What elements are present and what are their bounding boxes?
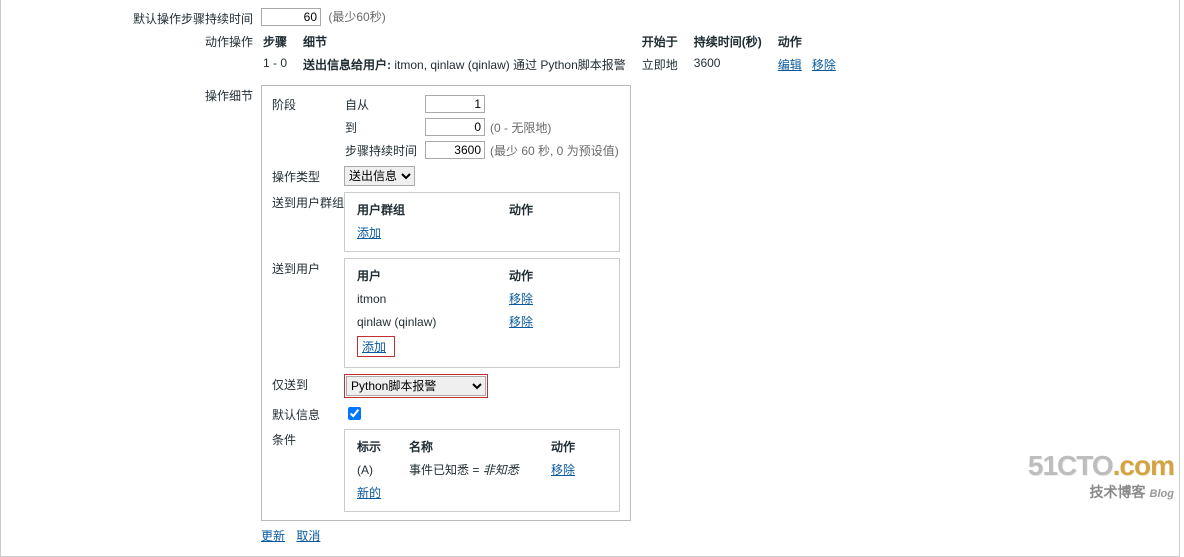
input-to[interactable] bbox=[425, 118, 485, 136]
new-cond-link[interactable]: 新的 bbox=[357, 486, 381, 500]
update-link[interactable]: 更新 bbox=[261, 529, 285, 543]
th-duration: 持续时间(秒) bbox=[692, 31, 776, 54]
row-action-ops: 动作操作 步骤 细节 开始于 持续时间(秒) 动作 1 - 0 送出信息给用户:… bbox=[1, 31, 1179, 75]
label-conditions: 条件 bbox=[272, 429, 344, 448]
th-user: 用户 bbox=[353, 265, 503, 286]
footer-actions: 更新 取消 bbox=[261, 527, 1179, 544]
only-send-highlight: Python脚本报警 bbox=[344, 374, 488, 398]
cell-step: 1 - 0 bbox=[261, 54, 301, 75]
label-default-msg: 默认信息 bbox=[272, 404, 344, 423]
table-row: (A) 事件已知悉 = 非知悉 移除 bbox=[353, 459, 611, 480]
cancel-link[interactable]: 取消 bbox=[296, 529, 320, 543]
hint-default-duration: (最少60秒) bbox=[328, 10, 385, 24]
cell-duration: 3600 bbox=[692, 54, 776, 75]
action-ops-table: 步骤 细节 开始于 持续时间(秒) 动作 1 - 0 送出信息给用户: itmo… bbox=[261, 31, 850, 75]
label-only-send: 仅送到 bbox=[272, 374, 344, 393]
table-row: 1 - 0 送出信息给用户: itmon, qinlaw (qinlaw) 通过… bbox=[261, 54, 850, 75]
th-group: 用户群组 bbox=[353, 199, 503, 220]
th-name: 名称 bbox=[405, 436, 545, 457]
hint-step-duration: (最少 60 秒, 0 为预设值) bbox=[486, 140, 620, 160]
label-from: 自从 bbox=[344, 94, 424, 117]
edit-link[interactable]: 编辑 bbox=[778, 58, 802, 72]
row-op-detail: 操作细节 阶段 自从 到 bbox=[1, 85, 1179, 521]
th-start: 开始于 bbox=[640, 31, 692, 54]
cell-detail: 送出信息给用户: itmon, qinlaw (qinlaw) 通过 Pytho… bbox=[301, 54, 640, 75]
th-action: 动作 bbox=[776, 31, 850, 54]
checkbox-default-msg[interactable] bbox=[348, 407, 361, 420]
input-from[interactable] bbox=[425, 95, 485, 113]
config-form: 默认操作步骤持续时间 (最少60秒) 动作操作 步骤 细节 开始于 持续时间(秒… bbox=[0, 0, 1180, 557]
remove-user-link[interactable]: 移除 bbox=[509, 292, 533, 306]
label-op-detail: 操作细节 bbox=[1, 85, 261, 104]
add-user-link[interactable]: 添加 bbox=[362, 340, 386, 354]
remove-cond-link[interactable]: 移除 bbox=[551, 463, 575, 477]
table-row: qinlaw (qinlaw) 移除 bbox=[353, 311, 611, 332]
panel-send-groups: 用户群组 动作 添加 bbox=[344, 192, 620, 252]
input-default-duration[interactable] bbox=[261, 8, 321, 26]
cell-actions: 编辑 移除 bbox=[776, 54, 850, 75]
remove-user-link[interactable]: 移除 bbox=[509, 315, 533, 329]
th-group-action: 动作 bbox=[505, 199, 611, 220]
input-step-duration[interactable] bbox=[425, 141, 485, 159]
cell-user-name: qinlaw (qinlaw) bbox=[353, 311, 503, 332]
cell-cond-name: 事件已知悉 = 非知悉 bbox=[405, 459, 545, 480]
table-row: itmon 移除 bbox=[353, 288, 611, 309]
label-step-duration: 步骤持续时间 bbox=[344, 140, 424, 160]
label-action-ops: 动作操作 bbox=[1, 31, 261, 50]
label-op-type: 操作类型 bbox=[272, 166, 344, 185]
label-to: 到 bbox=[344, 117, 424, 140]
cell-user-name: itmon bbox=[353, 288, 503, 309]
th-detail: 细节 bbox=[301, 31, 640, 54]
panel-send-users: 用户 动作 itmon 移除 qinlaw (qinlaw) 移除 bbox=[344, 258, 620, 368]
th-tag: 标示 bbox=[353, 436, 403, 457]
select-op-type[interactable]: 送出信息 bbox=[344, 166, 415, 186]
label-send-users: 送到用户 bbox=[272, 258, 344, 277]
add-user-highlight: 添加 bbox=[357, 336, 395, 357]
add-group-link[interactable]: 添加 bbox=[357, 226, 381, 240]
label-send-groups: 送到用户群组 bbox=[272, 192, 344, 211]
watermark: 51CTO.com 技术博客Blog bbox=[1028, 450, 1174, 502]
th-step: 步骤 bbox=[261, 31, 301, 54]
cell-tag: (A) bbox=[353, 459, 403, 480]
cell-start: 立即地 bbox=[640, 54, 692, 75]
th-user-action: 动作 bbox=[505, 265, 611, 286]
hint-to: (0 - 无限地) bbox=[486, 117, 620, 140]
op-detail-box: 阶段 自从 到 (0 - 无限地) bbox=[261, 85, 631, 521]
row-default-duration: 默认操作步骤持续时间 (最少60秒) bbox=[1, 8, 1179, 27]
select-only-send[interactable]: Python脚本报警 bbox=[346, 376, 486, 396]
label-default-duration: 默认操作步骤持续时间 bbox=[1, 8, 261, 27]
panel-conditions: 标示 名称 动作 (A) 事件已知悉 = 非知悉 移除 bbox=[344, 429, 620, 512]
remove-link[interactable]: 移除 bbox=[812, 58, 836, 72]
label-stage: 阶段 bbox=[272, 94, 344, 113]
th-cond-action: 动作 bbox=[547, 436, 611, 457]
